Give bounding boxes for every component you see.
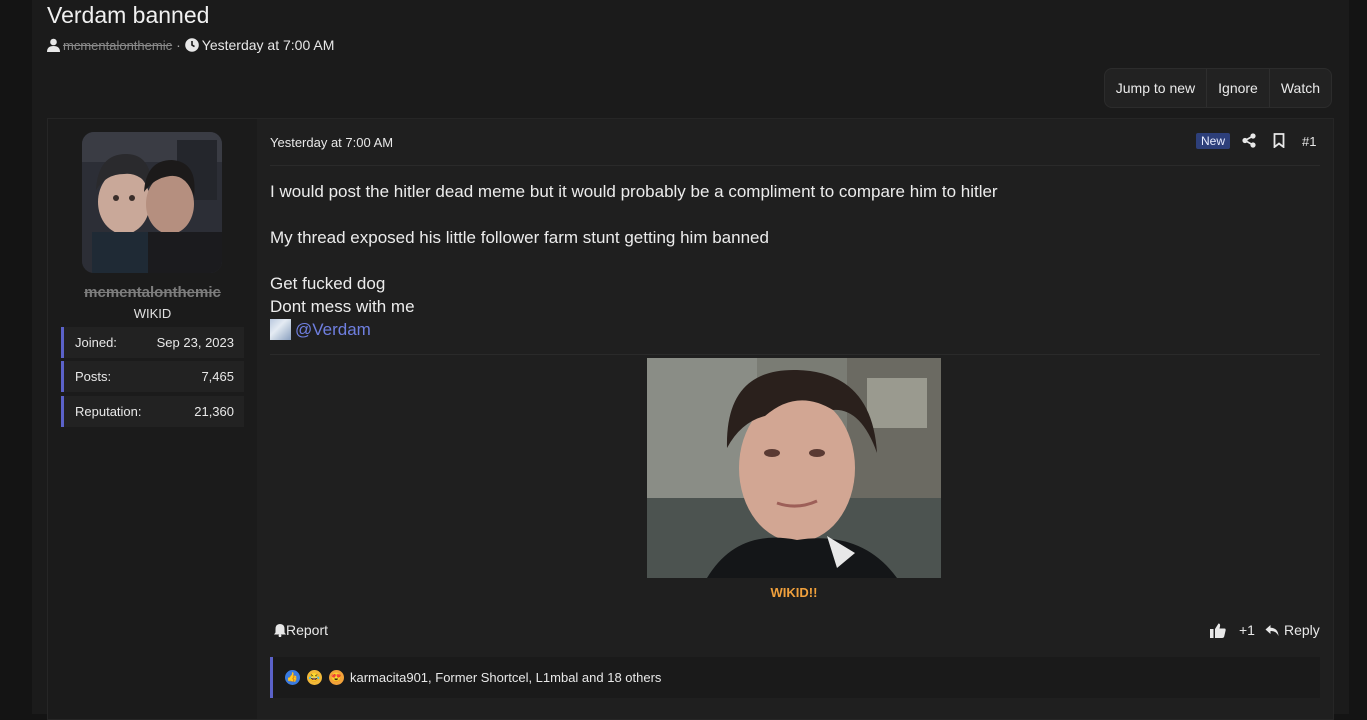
stat-label: Joined: — [75, 335, 117, 350]
stat-reputation: Reputation: 21,360 — [61, 396, 244, 427]
like-reaction-icon: 👍 — [285, 670, 300, 685]
divider — [270, 354, 1320, 355]
thread-title: Verdam banned — [47, 2, 210, 28]
reply-button[interactable]: Reply — [1265, 622, 1320, 638]
user-icon — [47, 38, 60, 52]
report-button[interactable]: Report — [274, 622, 328, 638]
thread-actions: Jump to new Ignore Watch — [1103, 68, 1332, 108]
message-content: Yesterday at 7:00 AM New #1 I would post… — [270, 119, 1320, 719]
laugh-reaction-icon: 😂 — [307, 670, 322, 685]
report-label[interactable]: Report — [286, 622, 328, 638]
post-line: I would post the hitler dead meme but it… — [270, 182, 998, 201]
thread-page: Verdam banned mcmentalonthemic · Yesterd… — [32, 0, 1349, 720]
reactions-bar[interactable]: 👍 😂 😍 karmacita901, Former Shortcel, L1m… — [270, 657, 1320, 698]
stat-value: 21,360 — [194, 404, 234, 419]
meta-separator: · — [176, 37, 181, 53]
reactions-list[interactable]: karmacita901, Former Shortcel, L1mbal an… — [350, 670, 661, 685]
avatar[interactable] — [82, 132, 222, 273]
post-number-link[interactable]: #1 — [1302, 134, 1316, 149]
message-header: Yesterday at 7:00 AM New #1 — [270, 119, 1320, 166]
new-badge: New — [1196, 133, 1231, 149]
jump-to-new-button[interactable]: Jump to new — [1105, 69, 1206, 107]
post-body: I would post the hitler dead meme but it… — [270, 180, 998, 318]
thread-meta: mcmentalonthemic · Yesterday at 7:00 AM — [47, 37, 334, 53]
stat-value[interactable]: 7,465 — [201, 369, 234, 384]
thread-time[interactable]: Yesterday at 7:00 AM — [202, 37, 335, 53]
bookmark-icon[interactable] — [1273, 133, 1285, 148]
thumbs-up-icon — [1210, 623, 1226, 638]
love-reaction-icon: 😍 — [329, 670, 344, 685]
like-count: +1 — [1239, 622, 1255, 638]
stat-value: Sep 23, 2023 — [156, 335, 234, 350]
post-date[interactable]: Yesterday at 7:00 AM — [270, 135, 393, 150]
thread-author-link[interactable]: mcmentalonthemic — [63, 38, 172, 53]
like-button[interactable]: +1 — [1210, 622, 1255, 638]
post-username[interactable]: mcmentalonthemic — [48, 284, 257, 301]
stat-joined: Joined: Sep 23, 2023 — [61, 327, 244, 358]
user-mention[interactable]: @Verdam — [270, 319, 371, 340]
user-sidebar: mcmentalonthemic WIKID Joined: Sep 23, 2… — [48, 119, 257, 719]
share-icon[interactable] — [1242, 133, 1256, 148]
clock-icon — [184, 38, 199, 52]
reply-label[interactable]: Reply — [1284, 622, 1320, 638]
image-caption: WIKID!! — [770, 585, 818, 600]
stat-label: Reputation: — [75, 404, 142, 419]
stat-label: Posts: — [75, 369, 112, 384]
mention-text[interactable]: @Verdam — [295, 320, 371, 340]
post-line: Get fucked dog — [270, 274, 386, 293]
user-title: WIKID — [133, 306, 172, 321]
watch-button[interactable]: Watch — [1268, 69, 1331, 107]
stat-posts: Posts: 7,465 — [61, 361, 244, 392]
post-line: Dont mess with me — [270, 297, 415, 316]
bell-icon — [274, 624, 286, 637]
post: mcmentalonthemic WIKID Joined: Sep 23, 2… — [47, 118, 1334, 720]
mention-avatar — [270, 319, 291, 340]
post-line: My thread exposed his little follower fa… — [270, 228, 769, 247]
embedded-image[interactable] — [647, 358, 941, 578]
reply-icon — [1265, 624, 1279, 636]
ignore-button[interactable]: Ignore — [1206, 69, 1269, 107]
